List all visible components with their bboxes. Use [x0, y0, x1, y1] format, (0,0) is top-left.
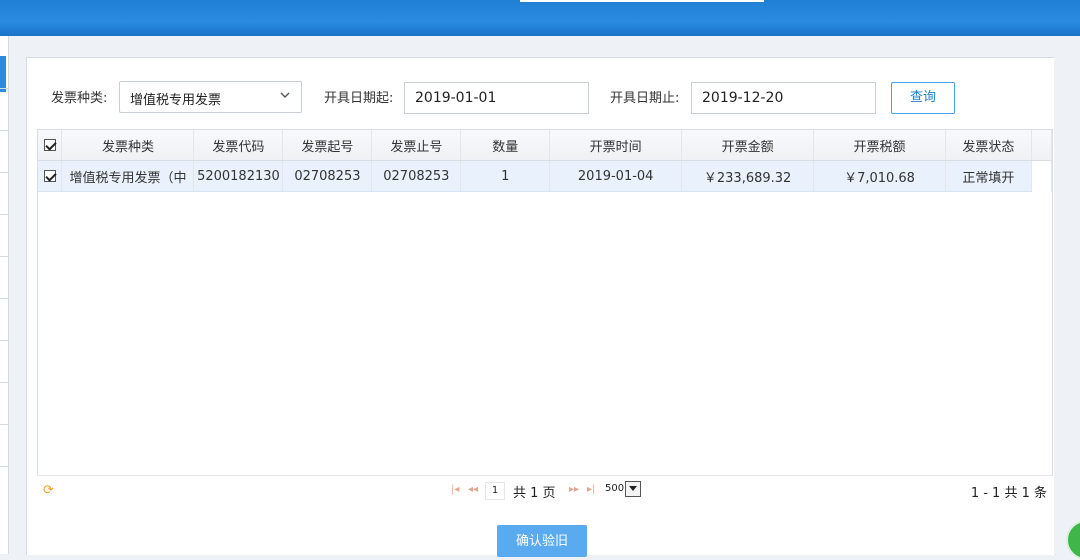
left-sidebar-edge	[0, 36, 9, 554]
column-header[interactable]: 发票止号	[371, 130, 462, 161]
sidebar-divider	[0, 214, 8, 215]
invoice-table: 发票种类 发票代码 发票起号 发票止号 数量 开票时间 开票金额 开票税额 发票…	[38, 130, 1053, 192]
column-header[interactable]: 发票起号	[282, 130, 373, 161]
invoice-type-select[interactable]: 增值税专用发票	[119, 81, 302, 113]
cell-amount: ￥233,689.32	[681, 160, 815, 192]
column-header[interactable]: 开票税额	[813, 130, 946, 161]
select-all-checkbox[interactable]	[43, 139, 56, 151]
date-end-label: 开具日期止:	[610, 91, 680, 106]
row-checkbox[interactable]	[43, 170, 56, 182]
sidebar-divider	[0, 382, 8, 383]
last-page-icon[interactable]: ▸|	[587, 484, 595, 495]
total-pages-text: 共 1 页	[513, 486, 556, 501]
record-range-text: 1 - 1 共 1 条	[970, 486, 1047, 501]
main-panel: 发票种类: 增值税专用发票 开具日期起: 开具日期止: 查询 发票种类 发票代码…	[26, 57, 1056, 557]
refresh-icon[interactable]: ⟳	[43, 483, 54, 498]
date-start-label: 开具日期起:	[324, 91, 394, 106]
table-row[interactable]: 增值税专用发票（中 5200182130 02708253 02708253 1…	[38, 160, 1053, 192]
next-page-icon[interactable]: ▸▸	[569, 484, 579, 495]
column-header[interactable]: 开票时间	[549, 130, 683, 161]
confirm-verify-button[interactable]: 确认验旧	[497, 525, 587, 557]
pagination-bar: ⟳ |◂ ◂◂ 1 共 1 页 ▸▸ ▸| 500 1 - 1 共 1 条	[37, 475, 1053, 505]
chevron-down-icon	[280, 92, 290, 98]
active-tab-indicator	[520, 0, 764, 2]
column-header[interactable]: 发票种类	[61, 130, 195, 161]
row-filler	[1031, 160, 1053, 192]
column-header[interactable]: 发票代码	[193, 130, 284, 161]
sidebar-divider	[0, 256, 8, 257]
cell-start-number: 02708253	[282, 160, 373, 192]
column-header[interactable]: 开票金额	[681, 130, 815, 161]
date-start-input[interactable]	[404, 82, 589, 114]
page-size-dropdown[interactable]	[625, 481, 641, 497]
page-size-value[interactable]: 500	[605, 483, 624, 494]
column-header[interactable]: 发票状态	[945, 130, 1032, 161]
cell-invoice-type: 增值税专用发票（中	[61, 160, 195, 192]
table-header-row: 发票种类 发票代码 发票起号 发票止号 数量 开票时间 开票金额 开票税额 发票…	[38, 130, 1053, 161]
cell-issue-date: 2019-01-04	[549, 160, 683, 192]
cell-invoice-code: 5200182130	[193, 160, 284, 192]
cell-tax: ￥7,010.68	[813, 160, 946, 192]
sidebar-divider	[0, 172, 8, 173]
select-all-cell[interactable]	[38, 130, 63, 161]
prev-page-icon[interactable]: ◂◂	[468, 484, 478, 495]
sidebar-divider	[0, 88, 8, 89]
sidebar-divider	[0, 466, 8, 467]
invoice-grid: 发票种类 发票代码 发票起号 发票止号 数量 开票时间 开票金额 开票税额 发票…	[37, 129, 1053, 505]
column-header[interactable]: 数量	[460, 130, 551, 161]
top-banner	[0, 0, 1080, 36]
cell-status: 正常填开	[945, 160, 1032, 192]
right-gutter	[1054, 57, 1080, 554]
invoice-type-label: 发票种类:	[51, 91, 108, 106]
cell-end-number: 02708253	[371, 160, 462, 192]
page-number-input[interactable]: 1	[485, 482, 505, 500]
query-button[interactable]: 查询	[891, 82, 955, 114]
sidebar-divider	[0, 130, 8, 131]
sidebar-divider	[0, 340, 8, 341]
sidebar-divider	[0, 424, 8, 425]
row-select-cell[interactable]	[38, 160, 63, 192]
header-filler	[1031, 130, 1053, 161]
invoice-type-value: 增值税专用发票	[130, 93, 222, 108]
sidebar-divider	[0, 298, 8, 299]
cell-quantity: 1	[460, 160, 551, 192]
first-page-icon[interactable]: |◂	[451, 484, 459, 495]
date-end-input[interactable]	[691, 82, 876, 114]
sidebar-active-marker	[0, 56, 6, 92]
